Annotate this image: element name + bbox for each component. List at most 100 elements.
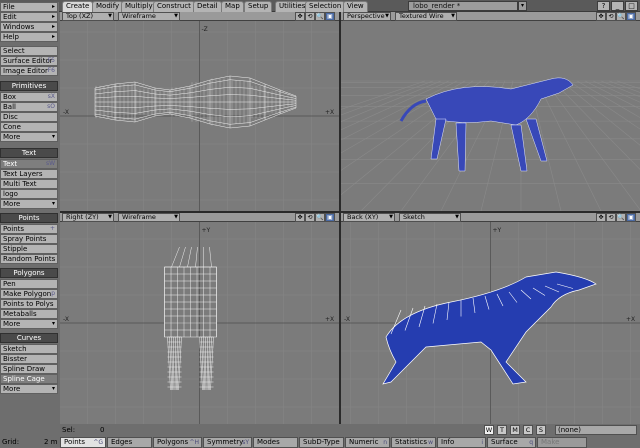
tool-more[interactable]: More ▾ [0,199,58,209]
tool-more[interactable]: More ▾ [0,384,58,394]
maximize-view-icon[interactable]: ▣ [325,213,335,222]
tool-sketch[interactable]: Sketch [0,344,58,354]
bottom-info-button[interactable]: Info i [437,437,486,448]
maximize-view-icon[interactable]: ▣ [325,12,335,21]
bottom-symmetry-button[interactable]: Symmetry sY [203,437,252,448]
render-mode-select[interactable]: Wireframe ▼ [118,213,180,222]
mode-button-t[interactable]: T [497,425,507,435]
view-type-select[interactable]: Right (ZY) ▼ [62,213,114,222]
bottom-points-button[interactable]: Points ^G [60,437,106,448]
menu-help[interactable]: Help ▸ [0,32,58,42]
chevron-down-icon: ▼ [455,214,459,220]
shortcut-hint: F6 [47,67,55,74]
view-type-select[interactable]: Back (XY) ▼ [343,213,395,222]
tool-cone[interactable]: Cone [0,122,58,132]
view-type-select[interactable]: Perspective ▼ [343,12,391,21]
bottom-numeric-button[interactable]: Numeric n [345,437,390,448]
mode-button-c[interactable]: C [523,425,533,435]
move-view-icon[interactable]: ✥ [295,12,305,21]
tool-text-layers[interactable]: Text Layers [0,169,58,179]
tool-surface-editor[interactable]: Surface Editor F5 [0,56,58,66]
rotate-view-icon[interactable]: ⟲ [606,213,616,222]
rotate-view-icon[interactable]: ⟲ [305,12,315,21]
mode-button-m[interactable]: M [510,425,520,435]
object-name-field[interactable]: lobo_render * [408,1,518,11]
viewport-back[interactable]: Back (XY) ▼ Sketch ▼ ✥ ⟲ 🔍 ▣ +Y -X +X [341,213,640,424]
zoom-view-icon[interactable]: 🔍 [616,12,626,21]
axis-label: +Y [202,227,211,234]
tool-points-to-polys[interactable]: Points to Polys [0,299,58,309]
mode-button-w[interactable]: W [484,425,494,435]
tool-ball[interactable]: Ball sO [0,102,58,112]
minimize-button[interactable]: _ [611,1,624,11]
tab-setup[interactable]: Setup [244,1,273,12]
axis-label: +X [626,316,635,323]
maximize-view-icon[interactable]: ▣ [626,213,636,222]
tool-points[interactable]: Points + [0,224,58,234]
tool-metaballs[interactable]: Metaballs [0,309,58,319]
tool-box[interactable]: Box sX [0,92,58,102]
tab-detail[interactable]: Detail [193,1,222,12]
maximize-view-icon[interactable]: ▣ [626,12,636,21]
shortcut-hint: p [51,290,55,297]
render-mode-select[interactable]: Sketch ▼ [399,213,461,222]
tab-map[interactable]: Map [221,1,244,12]
maximize-button[interactable]: □ [625,1,638,11]
tool-image-editor[interactable]: Image Editor F6 [0,66,58,76]
dog-mesh [399,77,574,172]
zoom-view-icon[interactable]: 🔍 [315,213,325,222]
tool-select[interactable]: Select [0,46,58,56]
mode-button-s[interactable]: S [536,425,546,435]
move-view-icon[interactable]: ✥ [295,213,305,222]
viewport-canvas: +Y -X +X [60,222,339,424]
tool-logo[interactable]: logo [0,189,58,199]
viewport-right[interactable]: Right (ZY) ▼ Wireframe ▼ ✥ ⟲ 🔍 ▣ +Y -X +X [60,213,339,424]
help-button[interactable]: ? [597,1,610,11]
zoom-view-icon[interactable]: 🔍 [616,213,626,222]
tool-disc[interactable]: Disc [0,112,58,122]
tool-stipple[interactable]: Stipple [0,244,58,254]
move-view-icon[interactable]: ✥ [596,213,606,222]
render-mode-select[interactable]: Wireframe ▼ [118,12,180,21]
tab-multiply[interactable]: Multiply [121,1,157,12]
section-text: Text [0,148,58,158]
bottom-make-button[interactable]: Make [537,437,587,448]
tool-multi-text[interactable]: Multi Text [0,179,58,189]
tool-spray-points[interactable]: Spray Points [0,234,58,244]
bottom-modes-button[interactable]: Modes [253,437,298,448]
shortcut-hint: sX [47,93,55,100]
viewport-top[interactable]: Top (XZ) ▼ Wireframe ▼ ✥ ⟲ 🔍 ▣ -Z -X +X [60,12,339,211]
tool-pen[interactable]: Pen [0,279,58,289]
bottom-polygons-button[interactable]: Polygons ^H [153,437,202,448]
tool-random-points[interactable]: Random Points [0,254,58,264]
tab-modify[interactable]: Modify [92,1,124,12]
viewport-persp[interactable]: Perspective ▼ Textured Wire ▼ ✥ ⟲ 🔍 ▣ [341,12,640,211]
tool-more[interactable]: More ▾ [0,319,58,329]
tab-construct[interactable]: Construct [153,1,195,12]
object-dropdown-arrow[interactable]: ▾ [518,1,527,11]
menu-file[interactable]: File ▸ [0,2,58,12]
bottom-statistics-button[interactable]: Statistics w [391,437,436,448]
tool-spline-draw[interactable]: Spline Draw [0,364,58,374]
move-view-icon[interactable]: ✥ [596,12,606,21]
view-type-select[interactable]: Top (XZ) ▼ [62,12,114,21]
tab-selection[interactable]: Selection [305,1,346,12]
bottom-surface-button[interactable]: Surface q [487,437,536,448]
rotate-view-icon[interactable]: ⟲ [606,12,616,21]
tool-text[interactable]: Text sW [0,159,58,169]
render-mode-select[interactable]: Textured Wire ▼ [395,12,457,21]
menu-edit[interactable]: Edit ▸ [0,12,58,22]
tool-spline-cage[interactable]: Spline Cage [0,374,58,384]
tool-bisster[interactable]: Bisster [0,354,58,364]
rotate-view-icon[interactable]: ⟲ [305,213,315,222]
tool-make-polygon[interactable]: Make Polygon p [0,289,58,299]
tool-more[interactable]: More ▾ [0,132,58,142]
view-name: Perspective [347,12,385,20]
bottom-edges-button[interactable]: Edges [107,437,152,448]
zoom-view-icon[interactable]: 🔍 [315,12,325,21]
menu-windows[interactable]: Windows ▸ [0,22,58,32]
tab-create[interactable]: Create [62,1,94,12]
bottom-subd-type-button[interactable]: SubD-Type [299,437,344,448]
tab-view[interactable]: View [343,1,368,12]
surface-dropdown[interactable]: (none) [555,425,637,435]
